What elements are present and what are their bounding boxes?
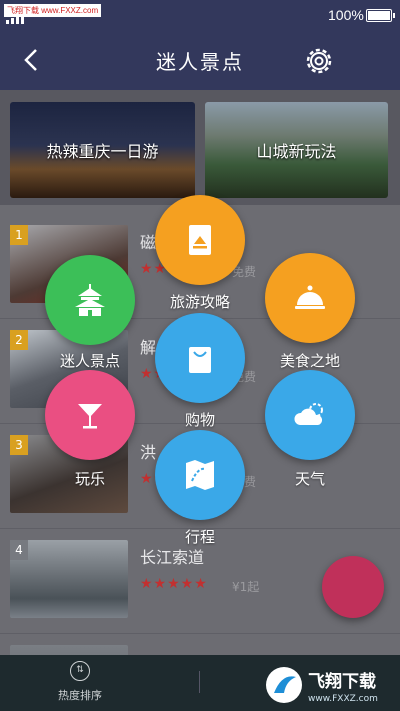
gear-icon[interactable] — [302, 44, 336, 78]
logo-url: www.FXXZ.com — [308, 694, 378, 704]
attraction-name: 长江索道 — [140, 548, 205, 567]
status-bar: 飞翔下载 www.FXXZ.com 100% — [0, 0, 400, 30]
map-route-icon — [186, 460, 214, 490]
weather-button[interactable] — [265, 370, 355, 460]
banner-chongqing-day-tour[interactable]: 热辣重庆一日游 — [10, 102, 195, 198]
rank-badge: 2 — [10, 330, 28, 350]
banner-strip: 热辣重庆一日游 山城新玩法 — [0, 90, 400, 205]
divider — [199, 671, 200, 693]
menu-toggle-button[interactable] — [322, 556, 384, 618]
bottom-bar: ⇅ 热度排序 飞翔下载 www.FXXZ.com — [0, 655, 400, 711]
rank-badge: 3 — [10, 435, 28, 455]
battery-icon — [366, 9, 395, 22]
itinerary-label: 行程 — [184, 528, 215, 546]
banner-mountain-city[interactable]: 山城新玩法 — [205, 102, 388, 198]
shopping-button[interactable] — [155, 313, 245, 403]
food-cloche-icon — [295, 285, 325, 309]
temple-icon — [75, 284, 105, 316]
itinerary-button[interactable] — [155, 430, 245, 520]
fxxz-logo: 飞翔下载 www.FXXZ.com — [266, 667, 378, 704]
attraction-name: 磁 — [140, 233, 157, 252]
sort-icon: ⇅ — [70, 661, 90, 681]
battery-level: 100% — [328, 7, 364, 23]
cocktail-glass-icon — [78, 404, 102, 429]
food-button[interactable] — [265, 253, 355, 343]
attractions-button[interactable] — [45, 255, 135, 345]
sort-label: 热度排序 — [58, 689, 102, 702]
nav-bar: 迷人景点 — [0, 30, 400, 90]
weather-cloud-icon — [294, 403, 323, 425]
price: ¥1起 — [232, 580, 260, 594]
guide-button[interactable] — [155, 195, 245, 285]
attractions-label: 迷人景点 — [59, 352, 120, 370]
shopping-label: 购物 — [184, 411, 215, 429]
banner-label: 山城新玩法 — [256, 142, 337, 161]
attraction-name: 洪 — [140, 443, 157, 462]
weather-label: 天气 — [294, 470, 325, 488]
entertainment-button[interactable] — [45, 370, 135, 460]
rank-badge: 4 — [10, 540, 28, 560]
entertainment-label: 玩乐 — [74, 470, 105, 488]
rank-badge: 1 — [10, 225, 28, 245]
guide-label: 旅游攻略 — [169, 293, 230, 311]
logo-text: 飞翔下载 — [308, 671, 376, 692]
shopping-bag-icon — [189, 347, 211, 373]
book-icon — [189, 225, 211, 255]
page-title: 迷人景点 — [156, 50, 244, 74]
banner-label: 热辣重庆一日游 — [46, 142, 159, 161]
rating-stars: ★★★★★ — [140, 576, 208, 592]
signal-icon — [6, 14, 24, 24]
sort-by-popularity-button[interactable]: ⇅ 热度排序 — [50, 661, 110, 703]
food-label: 美食之地 — [279, 352, 340, 370]
